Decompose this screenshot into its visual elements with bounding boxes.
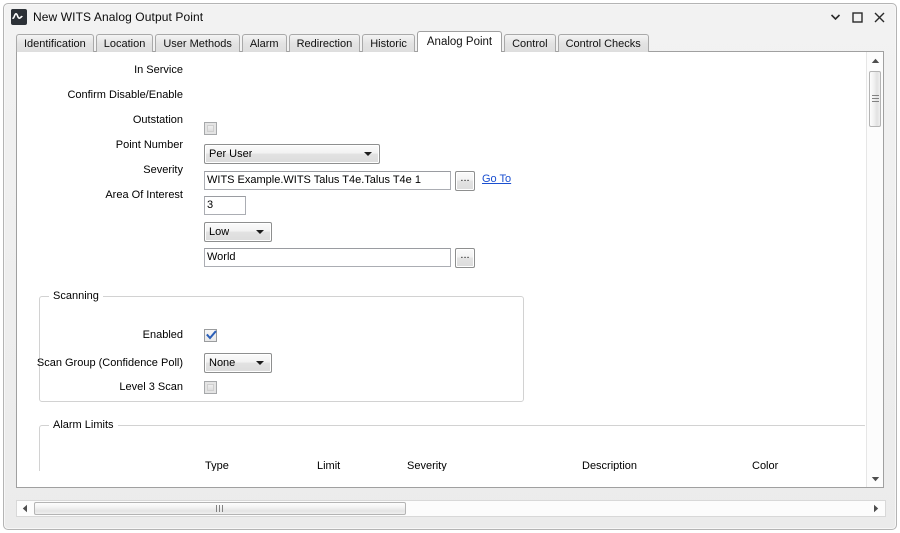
tab-redirection[interactable]: Redirection (288, 34, 361, 52)
chevron-down-icon (256, 361, 264, 365)
window-title: New WITS Analog Output Point (33, 10, 204, 24)
close-button[interactable] (873, 11, 886, 24)
scroll-grip-icon (216, 505, 223, 512)
field-confirm-disable-enable: Confirm Disable/Enable (17, 89, 195, 101)
column-header-description: Description (582, 460, 638, 471)
triangle-left-icon (22, 504, 27, 513)
triangle-up-icon (871, 58, 879, 63)
tab-user-methods[interactable]: User Methods (155, 34, 240, 52)
tab-analog-point[interactable]: Analog Point (416, 31, 503, 52)
scan-group-combobox[interactable]: None (204, 353, 272, 373)
tab-historic[interactable]: Historic (362, 34, 415, 52)
alarm-limits-group-title: Alarm Limits (49, 419, 118, 431)
confirm-disable-enable-label: Confirm Disable/Enable (67, 89, 183, 101)
outstation-input[interactable]: WITS Example.WITS Talus T4e.Talus T4e 1 (204, 171, 451, 190)
tab-identification[interactable]: Identification (16, 34, 94, 52)
scroll-up-button[interactable] (867, 52, 883, 69)
tab-alarm[interactable]: Alarm (241, 34, 287, 52)
tab-control[interactable]: Control (504, 34, 556, 52)
outstation-browse-button[interactable]: ... (455, 171, 475, 191)
area-of-interest-input[interactable]: World (204, 248, 451, 267)
level3-scan-label: Level 3 Scan (119, 381, 183, 393)
triangle-right-icon (874, 504, 879, 513)
screenshot-root: New WITS Analog Output Point Identificat… (0, 0, 900, 533)
scanning-group-title: Scanning (49, 290, 103, 302)
column-header-limit: Limit (317, 460, 341, 471)
field-in-service: In Service (17, 64, 207, 76)
point-number-label: Point Number (115, 139, 183, 151)
window-menu-dropdown-icon[interactable] (829, 11, 842, 24)
waveform-plus-icon (11, 9, 27, 25)
confirm-disable-enable-value: Per User (209, 148, 253, 160)
in-service-label: In Service (134, 64, 183, 76)
title-bar: New WITS Analog Output Point (4, 4, 896, 30)
vertical-scroll-thumb[interactable] (869, 71, 881, 127)
column-header-type: Type (205, 460, 229, 471)
horizontal-scrollbar[interactable] (16, 500, 886, 517)
field-severity: Severity (17, 164, 195, 176)
area-of-interest-browse-button[interactable]: ... (455, 248, 475, 268)
horizontal-scroll-thumb[interactable] (34, 502, 406, 515)
scanning-enabled-label: Enabled (142, 329, 183, 341)
panel-scroll-content: In Service Confirm Disable/Enable Per Us… (17, 52, 865, 471)
window-controls (829, 11, 892, 24)
chevron-down-icon (364, 152, 372, 156)
vertical-scrollbar[interactable] (866, 52, 883, 487)
scroll-left-button[interactable] (17, 501, 33, 516)
severity-label: Severity (143, 164, 183, 176)
field-outstation: Outstation (17, 114, 195, 126)
outstation-label: Outstation (132, 114, 183, 126)
level3-scan-checkbox[interactable] (204, 381, 217, 394)
scroll-down-button[interactable] (867, 470, 883, 487)
column-header-color: Color (752, 460, 779, 471)
alarm-limits-group: Alarm Limits (39, 419, 865, 471)
chevron-down-icon (256, 230, 264, 234)
scroll-right-button[interactable] (868, 501, 884, 516)
scan-group-value: None (209, 357, 236, 369)
maximize-button[interactable] (851, 11, 864, 24)
field-point-number: Point Number (17, 139, 195, 151)
check-icon (206, 330, 217, 340)
scanning-enabled-checkbox[interactable] (204, 329, 217, 342)
scan-group-label: Scan Group (Confidence Poll) (36, 357, 183, 369)
area-of-interest-label: Area Of Interest (105, 189, 183, 201)
severity-value: Low (209, 226, 230, 238)
in-service-checkbox[interactable] (204, 122, 217, 135)
tab-location[interactable]: Location (95, 34, 154, 52)
outstation-goto-link[interactable]: Go To (482, 173, 511, 185)
scroll-grip-icon (872, 95, 879, 102)
tab-bar: Identification Location User Methods Ala… (16, 30, 884, 52)
field-area-of-interest: Area Of Interest (17, 189, 195, 201)
tab-control-checks[interactable]: Control Checks (557, 34, 649, 52)
confirm-disable-enable-combobox[interactable]: Per User (204, 144, 380, 164)
column-header-severity: Severity (407, 460, 447, 471)
analog-point-panel: In Service Confirm Disable/Enable Per Us… (16, 51, 884, 488)
triangle-down-icon (871, 476, 879, 481)
point-number-input[interactable]: 3 (204, 196, 246, 215)
severity-combobox[interactable]: Low (204, 222, 272, 242)
dialog-window: New WITS Analog Output Point Identificat… (3, 3, 897, 530)
